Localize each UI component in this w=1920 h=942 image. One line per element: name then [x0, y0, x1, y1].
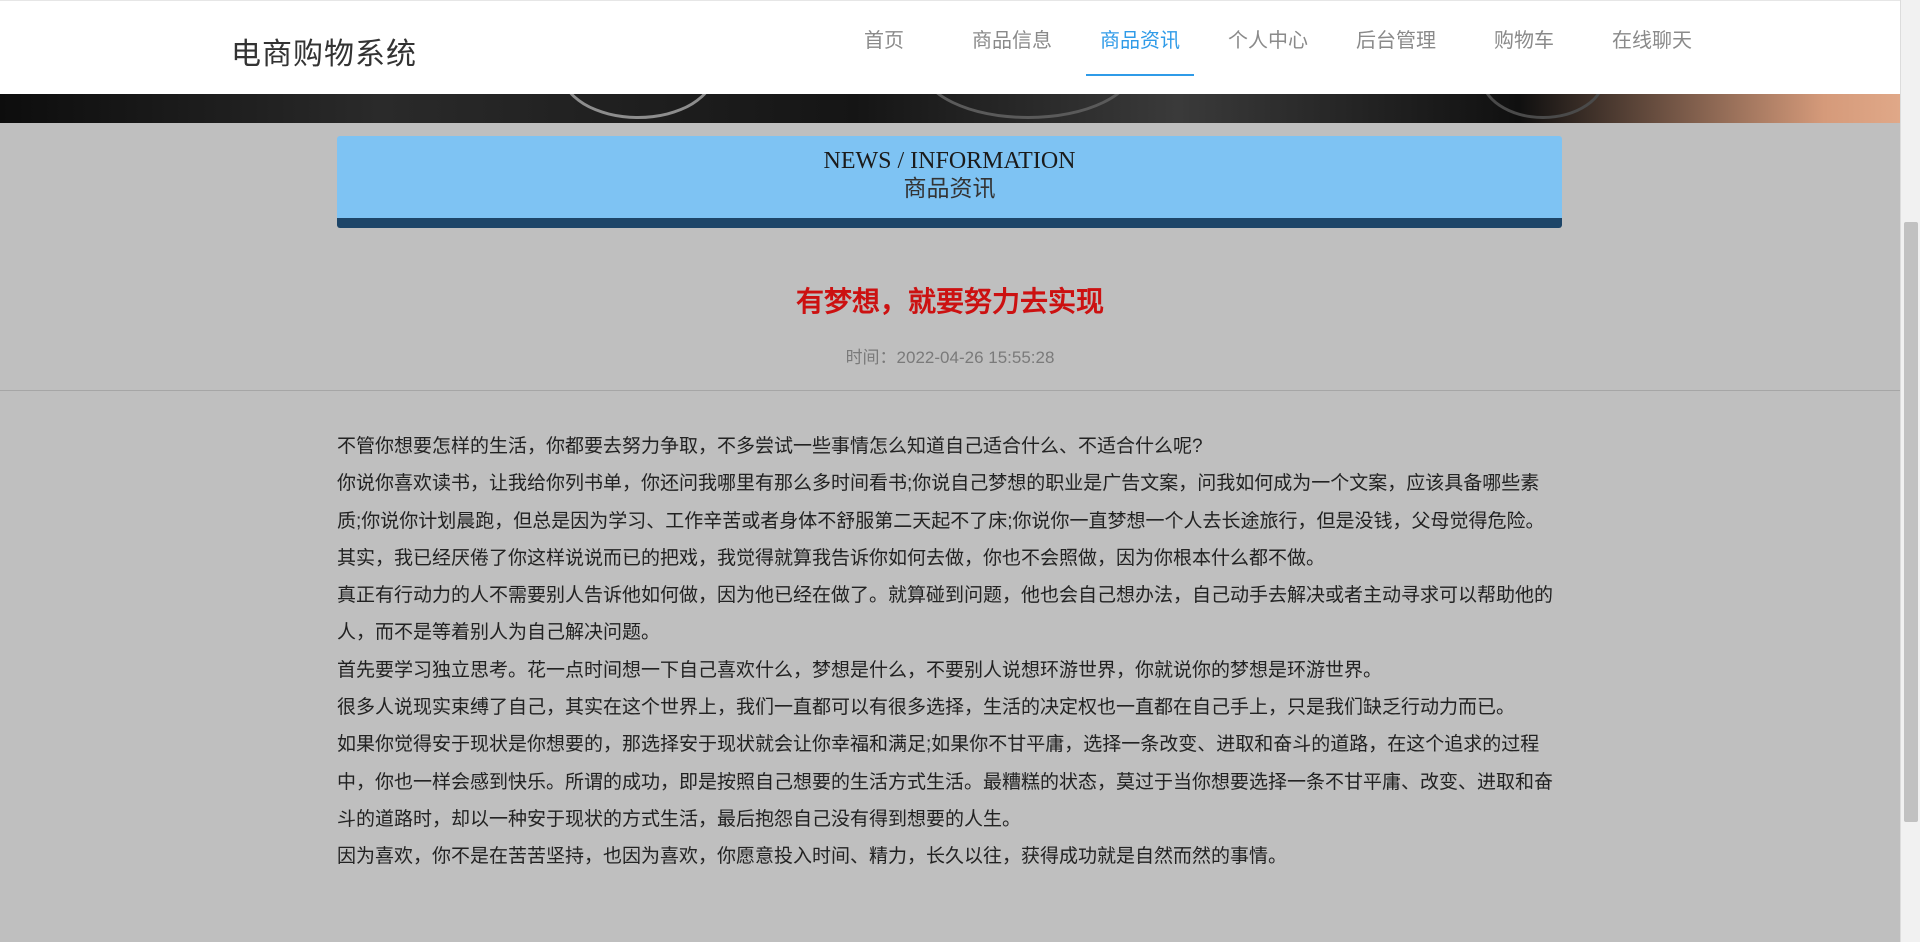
banner-image — [0, 93, 1900, 123]
section-title-cn: 商品资讯 — [903, 176, 996, 201]
article-paragraph: 你说你喜欢读书，让我给你列书单，你还问我哪里有那么多时间看书;你说自己梦想的职业… — [337, 473, 1545, 569]
article-paragraph: 不管你想要怎样的生活，你都要去努力争取，不多尝试一些事情怎么知道自己适合什么、不… — [337, 436, 1203, 457]
nav-item-news[interactable]: 商品资讯 — [1076, 1, 1204, 94]
article-timestamp: 时间：2022-04-26 15:55:28 — [845, 348, 1055, 367]
article-paragraph: 很多人说现实束缚了自己，其实在这个世界上，我们一直都可以有很多选择，生活的决定权… — [337, 697, 1516, 719]
page-scrollbar[interactable] — [1900, 0, 1920, 942]
article-body: 不管你想要怎样的生活，你都要去努力争取，不多尝试一些事情怎么知道自己适合什么、不… — [337, 428, 1562, 876]
nav-item-profile[interactable]: 个人中心 — [1204, 1, 1332, 94]
banner-watch-shape — [1480, 93, 1606, 119]
section-title-en: NEWS / INFORMATION — [823, 148, 1076, 174]
scrollbar-thumb[interactable] — [1904, 222, 1918, 822]
nav-item-products[interactable]: 商品信息 — [948, 1, 1076, 94]
banner-watch-shape — [560, 93, 716, 119]
main-nav: 首页 商品信息 商品资讯 个人中心 后台管理 购物车 在线聊天 — [820, 1, 1716, 94]
nav-item-chat[interactable]: 在线聊天 — [1588, 1, 1716, 94]
section-title-box: NEWS / INFORMATION 商品资讯 — [337, 136, 1562, 228]
article-paragraph: 因为喜欢，你不是在苦苦坚持，也因为喜欢，你愿意投入时间、精力，长久以往，获得成功… — [337, 846, 1288, 868]
nav-item-cart[interactable]: 购物车 — [1460, 1, 1588, 94]
page: 电商购物系统 首页 商品信息 商品资讯 个人中心 后台管理 购物车 在线聊天 N… — [0, 0, 1920, 942]
article-paragraph: 真正有行动力的人不需要别人告诉他如何做，因为他已经在做了。就算碰到问题，他也会自… — [337, 585, 1554, 644]
divider — [0, 390, 1900, 391]
nav-item-admin[interactable]: 后台管理 — [1332, 1, 1460, 94]
nav-item-home[interactable]: 首页 — [820, 1, 948, 94]
site-brand[interactable]: 电商购物系统 — [231, 29, 417, 73]
article-paragraph: 如果你觉得安于现状是你想要的，那选择安于现状就会让你幸福和满足;如果你不甘平庸，… — [337, 734, 1554, 830]
top-navbar: 电商购物系统 首页 商品信息 商品资讯 个人中心 后台管理 购物车 在线聊天 — [0, 0, 1900, 94]
banner-watch-shape — [920, 93, 1136, 119]
article-title: 有梦想，就要努力去实现 — [795, 286, 1104, 317]
article-paragraph: 首先要学习独立思考。花一点时间想一下自己喜欢什么，梦想是什么，不要别人说想环游世… — [337, 659, 1383, 681]
